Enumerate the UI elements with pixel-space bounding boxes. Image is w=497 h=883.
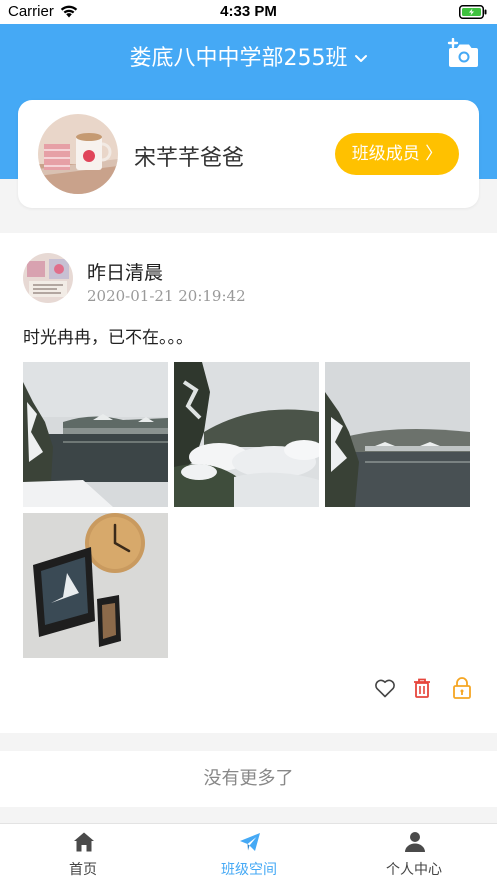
post-photo-3[interactable] (325, 362, 470, 507)
heart-icon (375, 679, 395, 698)
paper-plane-icon (240, 833, 260, 851)
post-photo-2[interactable] (174, 362, 319, 507)
post-timestamp: 2020-01-21 20:19:42 (87, 287, 246, 305)
person-icon (405, 832, 425, 852)
post-photo-1[interactable] (23, 362, 168, 507)
tab-profile-label: 个人中心 (386, 862, 442, 878)
trash-icon (414, 678, 430, 698)
like-button[interactable] (373, 676, 397, 700)
post-card: 昨日清晨 2020-01-21 20:19:42 时光冉冉，已不在。。。 (0, 233, 497, 733)
tab-home-label: 首页 (69, 862, 97, 878)
status-time: 4:33 PM (220, 3, 277, 20)
add-photo-icon (447, 37, 478, 67)
status-bar: Carrier 4:33 PM (0, 0, 497, 24)
tab-class-space-label: 班级空间 (221, 862, 277, 878)
delete-button[interactable] (410, 676, 434, 700)
avatar[interactable] (38, 114, 118, 194)
chevron-down-icon (354, 45, 368, 70)
post-photo-4[interactable] (23, 513, 168, 658)
tab-home[interactable]: 首页 (0, 824, 166, 883)
profile-name: 宋芊芊爸爸 (134, 146, 245, 171)
home-icon (74, 832, 94, 852)
class-title: 娄底八中中学部255班 (129, 46, 348, 71)
privacy-button[interactable] (450, 676, 474, 700)
lock-icon (453, 677, 471, 699)
post-author-name: 昨日清晨 (87, 262, 164, 284)
add-photo-button[interactable] (447, 37, 479, 68)
class-switcher[interactable]: 娄底八中中学部255班 (0, 40, 497, 72)
tab-bar: 首页 班级空间 个人中心 (0, 823, 497, 883)
class-members-button[interactable]: 班级成员 〉 (335, 133, 459, 175)
no-more-label: 没有更多了 (0, 751, 497, 807)
tab-class-space[interactable]: 班级空间 (166, 824, 332, 883)
tab-profile[interactable]: 个人中心 (331, 824, 497, 883)
post-text: 时光冉冉，已不在。。。 (23, 328, 193, 348)
post-author-avatar[interactable] (23, 253, 73, 303)
profile-card: 宋芊芊爸爸 班级成员 〉 (18, 100, 479, 208)
battery-icon (459, 5, 487, 19)
